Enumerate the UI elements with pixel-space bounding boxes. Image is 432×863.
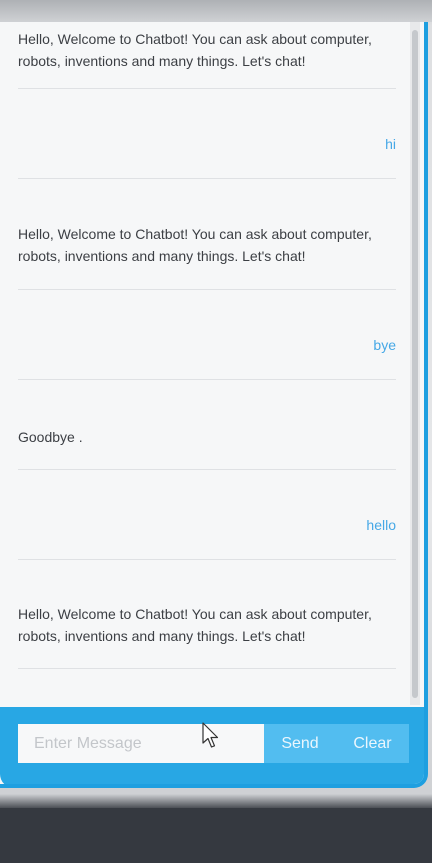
bottom-bezel	[0, 808, 432, 863]
mouse-pointer-icon	[202, 722, 219, 748]
message-divider	[18, 668, 396, 669]
message-divider	[18, 469, 396, 470]
bot-message: Hello, Welcome to Chatbot! You can ask a…	[18, 31, 372, 69]
bot-message: Goodbye .	[18, 429, 83, 445]
chat-log[interactable]: Hello, Welcome to Chatbot! You can ask a…	[0, 22, 410, 705]
top-bezel	[0, 0, 432, 22]
message-divider	[18, 88, 396, 89]
bot-message: Hello, Welcome to Chatbot! You can ask a…	[18, 606, 372, 644]
send-button[interactable]: Send	[264, 724, 336, 763]
message-divider	[18, 379, 396, 380]
message-divider	[18, 178, 396, 179]
device-screen: Hello, Welcome to Chatbot! You can ask a…	[0, 0, 432, 863]
user-message: hi	[385, 136, 396, 152]
message-divider	[18, 289, 396, 290]
scrollbar-thumb[interactable]	[412, 30, 418, 698]
chat-scrollbar[interactable]	[410, 22, 420, 705]
bot-message: Hello, Welcome to Chatbot! You can ask a…	[18, 226, 372, 264]
user-message: bye	[373, 337, 396, 353]
message-input[interactable]	[18, 724, 264, 763]
chat-window: Hello, Welcome to Chatbot! You can ask a…	[0, 22, 428, 788]
clear-button[interactable]: Clear	[336, 724, 409, 763]
action-buttons: Send Clear	[264, 724, 409, 763]
user-message: hello	[366, 517, 396, 533]
message-divider	[18, 559, 396, 560]
